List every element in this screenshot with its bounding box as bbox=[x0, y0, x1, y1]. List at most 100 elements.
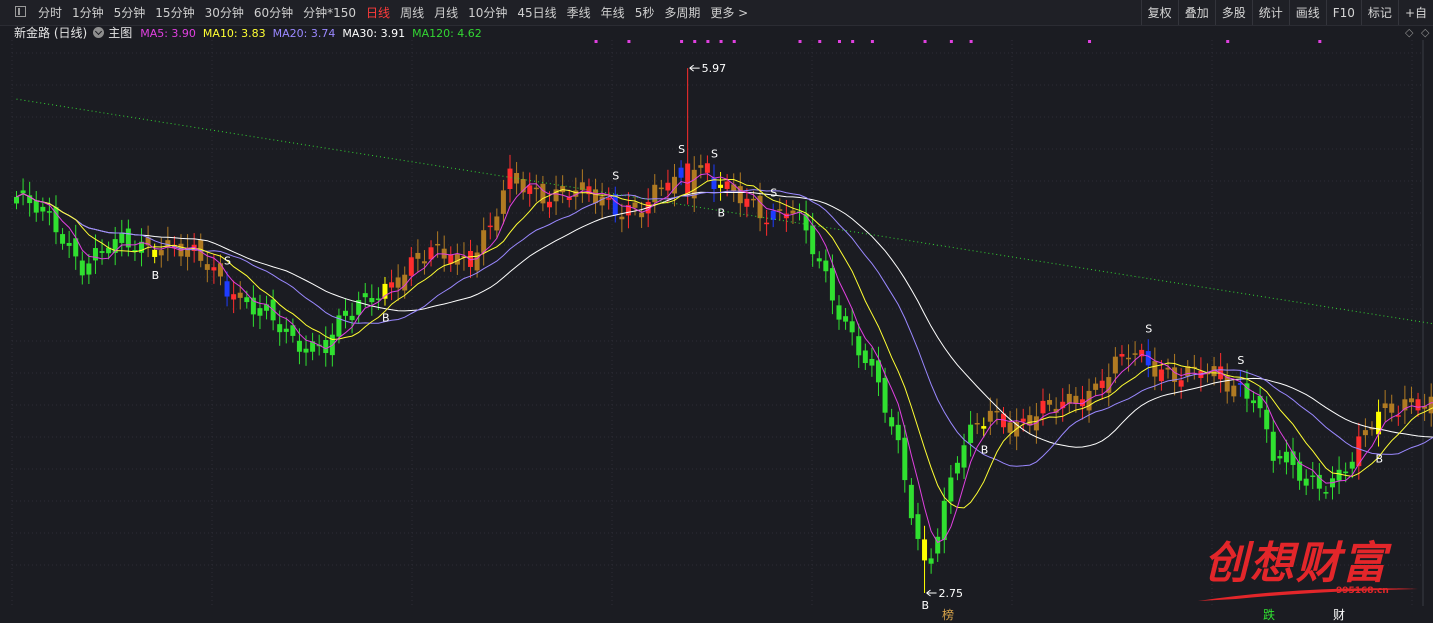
candle-body bbox=[955, 463, 960, 474]
max-arrow bbox=[690, 65, 700, 71]
period-tab[interactable]: 日线 bbox=[366, 4, 390, 21]
candle-body bbox=[501, 190, 506, 213]
candle-body bbox=[297, 341, 302, 352]
candle-body bbox=[764, 223, 769, 225]
candle-body bbox=[1113, 357, 1118, 374]
period-tab[interactable]: 10分钟 bbox=[468, 4, 507, 21]
sell-signal-label: S bbox=[1237, 354, 1244, 367]
candle-body bbox=[1323, 492, 1328, 494]
candle-body bbox=[1146, 351, 1151, 365]
candle-body bbox=[1409, 398, 1414, 402]
signal-dot bbox=[693, 40, 696, 43]
ma-value: MA120: 4.62 bbox=[412, 27, 482, 40]
period-tab[interactable]: 分钟*150 bbox=[303, 4, 356, 21]
candle-body bbox=[909, 485, 914, 518]
period-tab[interactable]: 年线 bbox=[601, 4, 625, 21]
candle-body bbox=[1337, 470, 1342, 481]
candle-body bbox=[1231, 386, 1236, 397]
period-tab[interactable]: 1分钟 bbox=[72, 4, 104, 21]
tool-button[interactable]: 标记 bbox=[1361, 0, 1398, 25]
signal-dot bbox=[950, 40, 953, 43]
candle-body bbox=[665, 183, 670, 191]
buy-signal-label: B bbox=[718, 207, 726, 220]
main-chart-label[interactable]: 主图 bbox=[108, 24, 132, 41]
signal-dot bbox=[595, 40, 598, 43]
candle-body bbox=[981, 426, 986, 429]
candle-body bbox=[1100, 381, 1105, 388]
tool-button[interactable]: 统计 bbox=[1252, 0, 1289, 25]
tool-button[interactable]: 叠加 bbox=[1178, 0, 1215, 25]
period-tab[interactable]: 季线 bbox=[567, 4, 591, 21]
candle-body bbox=[790, 211, 795, 214]
signal-dot bbox=[1226, 40, 1229, 43]
candle-body bbox=[1152, 361, 1157, 376]
ma-value: MA20: 3.74 bbox=[273, 27, 336, 40]
candle-body bbox=[1343, 472, 1348, 474]
candle-body bbox=[1310, 476, 1315, 478]
signal-dot bbox=[970, 40, 973, 43]
candle-body bbox=[238, 293, 243, 298]
eye-icon[interactable] bbox=[93, 27, 104, 38]
panel-toggle-icon[interactable] bbox=[15, 6, 26, 17]
ma-value: MA10: 3.83 bbox=[203, 27, 266, 40]
candle-body bbox=[988, 411, 993, 422]
candle-body bbox=[257, 308, 262, 316]
signal-dot bbox=[924, 40, 927, 43]
sell-signal-label: S bbox=[224, 254, 231, 267]
candle-body bbox=[1021, 419, 1026, 422]
tool-button[interactable]: 画线 bbox=[1289, 0, 1326, 25]
ma30-line bbox=[17, 192, 1433, 447]
candle-body bbox=[744, 199, 749, 207]
candle-body bbox=[758, 196, 763, 218]
period-tab[interactable]: 45日线 bbox=[517, 4, 556, 21]
candle-body bbox=[718, 185, 723, 188]
candle-body bbox=[21, 190, 26, 193]
period-tab[interactable]: 更多 > bbox=[710, 4, 748, 21]
candle-body bbox=[343, 311, 348, 316]
candle-body bbox=[93, 248, 98, 260]
period-tab[interactable]: 分时 bbox=[38, 4, 62, 21]
candle-body bbox=[679, 168, 684, 178]
candle-body bbox=[152, 250, 157, 257]
candle-body bbox=[606, 198, 611, 200]
candle-body bbox=[856, 336, 861, 355]
period-tab[interactable]: 60分钟 bbox=[254, 4, 293, 21]
tool-button[interactable]: +自 bbox=[1398, 0, 1433, 25]
sell-signal-label: S bbox=[770, 187, 777, 200]
tool-button[interactable]: 多股 bbox=[1215, 0, 1252, 25]
candle-body bbox=[975, 423, 980, 425]
buy-signal-label: B bbox=[922, 599, 930, 612]
period-tab[interactable]: 5分钟 bbox=[114, 4, 146, 21]
candle-body bbox=[948, 478, 953, 502]
candle-body bbox=[843, 316, 848, 321]
diamond-icon[interactable]: ◇ bbox=[1405, 26, 1413, 39]
candle-body bbox=[277, 324, 282, 332]
bottom-label-bang: 榜 bbox=[942, 606, 954, 623]
period-tab[interactable]: 5秒 bbox=[635, 4, 655, 21]
candle-body bbox=[435, 244, 440, 246]
candle-body bbox=[47, 211, 52, 213]
tool-button[interactable]: F10 bbox=[1326, 0, 1361, 25]
candle-body bbox=[409, 257, 414, 276]
period-tab[interactable]: 多周期 bbox=[664, 4, 700, 21]
period-tab[interactable]: 15分钟 bbox=[155, 4, 194, 21]
signal-dot bbox=[627, 40, 630, 43]
period-tabs: 分时 1分钟 5分钟 15分钟 30分钟 60分钟分钟*150 日线周线月线 10分钟 45日线… bbox=[38, 0, 758, 25]
candle-body bbox=[159, 250, 164, 255]
candle-body bbox=[962, 445, 967, 467]
candle-body bbox=[205, 264, 210, 270]
candle-body bbox=[34, 200, 39, 212]
period-tab[interactable]: 30分钟 bbox=[205, 4, 244, 21]
period-tab[interactable]: 周线 bbox=[400, 4, 424, 21]
period-tab[interactable]: 月线 bbox=[434, 4, 458, 21]
bottom-label-cai: 财 bbox=[1333, 606, 1345, 623]
candle-body bbox=[1304, 479, 1309, 486]
tool-button[interactable]: 复权 bbox=[1141, 0, 1178, 25]
candle-body bbox=[244, 297, 249, 302]
candle-body bbox=[1119, 354, 1124, 357]
candle-body bbox=[929, 558, 934, 563]
candle-body bbox=[382, 284, 387, 299]
candle-body bbox=[639, 213, 644, 218]
chevron-icon[interactable]: ◇ bbox=[1421, 26, 1429, 39]
candle-body bbox=[600, 197, 605, 206]
